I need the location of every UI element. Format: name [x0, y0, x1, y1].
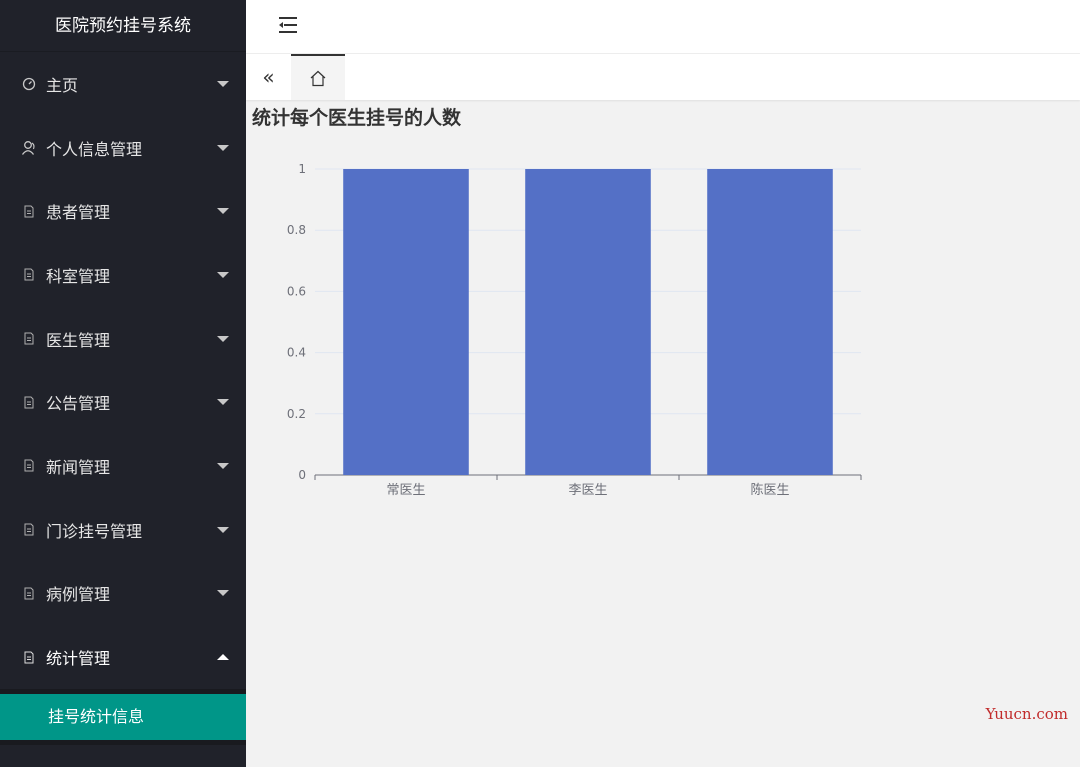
- chevron-down-icon: [217, 462, 229, 469]
- chevron-down-icon: [217, 335, 229, 342]
- tab-scroll-left-icon[interactable]: «: [246, 54, 291, 100]
- page-title: 统计每个医生挂号的人数: [252, 107, 462, 129]
- sidebar-item-label: 主页: [46, 75, 79, 95]
- sidebar-item-label: 个人信息管理: [46, 139, 143, 159]
- sidebar-item-label: 公告管理: [46, 394, 111, 414]
- sidebar-item-label: 新闻管理: [46, 457, 111, 477]
- x-tick-label: 常医生: [386, 483, 425, 498]
- main-content: 0 0.2 0.4 0.6 0.8 1 常医生 李医生 陈医生 统计每个医生挂号的人数 Yuuc…: [246, 100, 1080, 767]
- file-icon: [18, 205, 40, 218]
- home-icon: [310, 70, 326, 86]
- sidebar-item-profile[interactable]: 个人信息管理: [0, 116, 246, 180]
- chevron-down-icon: [217, 80, 229, 87]
- tab-bar: «: [246, 54, 1080, 100]
- sidebar-item-registration[interactable]: 门诊挂号管理: [0, 498, 246, 562]
- sidebar-item-label: 门诊挂号管理: [46, 521, 143, 541]
- bar: [343, 169, 469, 475]
- statistics-submenu: 挂号统计信息: [0, 688, 246, 745]
- y-tick-label: 1: [298, 162, 306, 176]
- x-tick-label: 李医生: [568, 483, 607, 498]
- file-icon: [18, 523, 40, 536]
- dashboard-icon: [18, 77, 40, 91]
- sidebar-item-home[interactable]: 主页: [0, 52, 246, 116]
- file-icon: [18, 332, 40, 345]
- top-header: [246, 0, 1080, 54]
- sidebar-item-statistics[interactable]: 统计管理: [0, 625, 246, 689]
- y-tick-label: 0: [298, 468, 306, 482]
- bar: [707, 169, 833, 475]
- app-title: 医院预约挂号系统: [0, 0, 246, 52]
- sidebar-item-cases[interactable]: 病例管理: [0, 562, 246, 626]
- file-icon: [18, 268, 40, 281]
- file-icon: [18, 459, 40, 472]
- sidebar-item-label: 病例管理: [46, 585, 111, 605]
- watermark: Yuucn.com: [985, 705, 1068, 723]
- y-tick-label: 0.2: [287, 407, 306, 421]
- sidebar: 医院预约挂号系统 主页 个人信息管理 患者管理 科室管理 医生管理 公告管理 新…: [0, 0, 246, 767]
- chevron-down-icon: [217, 271, 229, 278]
- sidebar-item-doctors[interactable]: 医生管理: [0, 307, 246, 371]
- chevron-down-icon: [217, 144, 229, 151]
- user-icon: [18, 140, 40, 156]
- sidebar-item-label: 科室管理: [46, 266, 111, 286]
- menu-toggle-icon[interactable]: [279, 17, 299, 35]
- chevron-up-icon: [217, 654, 229, 661]
- sidebar-item-announcements[interactable]: 公告管理: [0, 370, 246, 434]
- y-tick-label: 0.8: [287, 223, 306, 237]
- sidebar-item-label: 统计管理: [46, 649, 111, 669]
- y-tick-label: 0.4: [287, 346, 306, 360]
- sidebar-item-news[interactable]: 新闻管理: [0, 434, 246, 498]
- bar: [525, 169, 651, 475]
- file-icon: [18, 396, 40, 409]
- sidebar-item-patients[interactable]: 患者管理: [0, 179, 246, 243]
- file-icon: [18, 587, 40, 600]
- chevron-down-icon: [217, 526, 229, 533]
- file-icon: [18, 651, 40, 664]
- chevron-down-icon: [217, 399, 229, 406]
- sidebar-item-label: 患者管理: [46, 203, 111, 223]
- chevron-down-icon: [217, 208, 229, 215]
- y-tick-label: 0.6: [287, 284, 306, 298]
- bar-chart: 0 0.2 0.4 0.6 0.8 1 常医生 李医生 陈医生: [287, 162, 862, 498]
- x-tick-label: 陈医生: [750, 482, 789, 498]
- sidebar-menu: 主页 个人信息管理 患者管理 科室管理 医生管理 公告管理 新闻管理 门诊挂号管…: [0, 52, 246, 745]
- tab-home[interactable]: [291, 54, 345, 100]
- chevron-down-icon: [217, 590, 229, 597]
- submenu-item-registration-stats[interactable]: 挂号统计信息: [0, 693, 246, 740]
- sidebar-item-label: 医生管理: [46, 330, 111, 350]
- sidebar-item-departments[interactable]: 科室管理: [0, 243, 246, 307]
